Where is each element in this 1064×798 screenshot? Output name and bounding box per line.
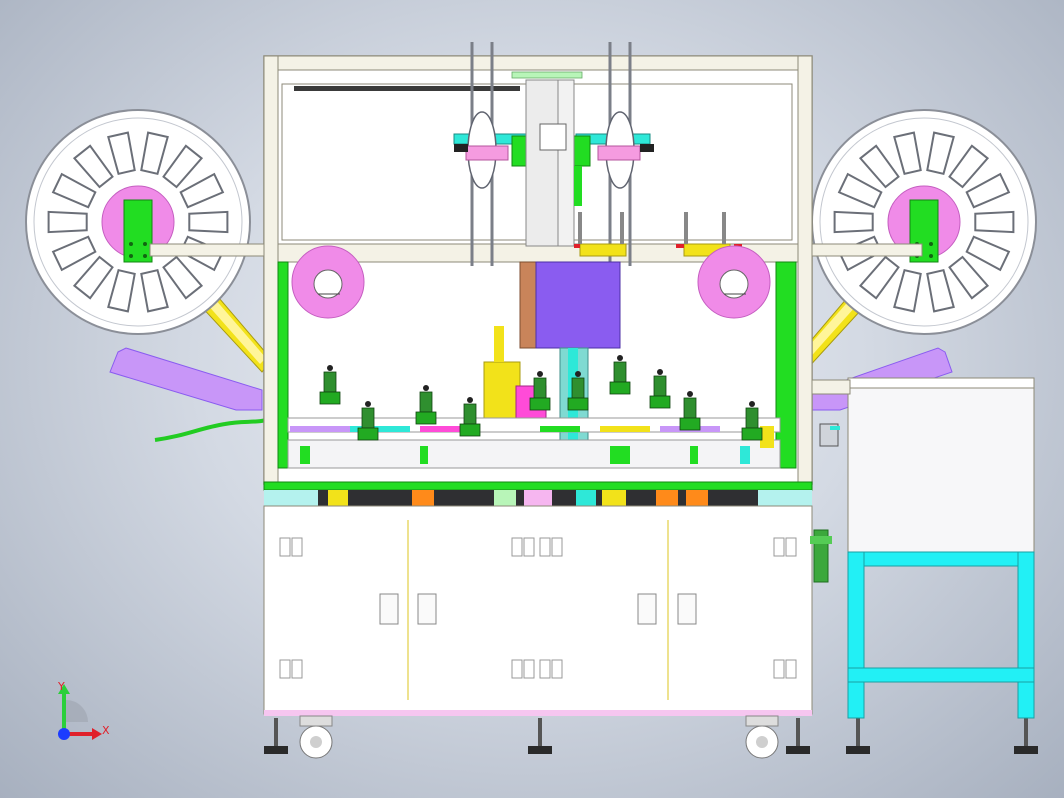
left-tape-bobbin[interactable] bbox=[291, 245, 365, 319]
cabinet-handle[interactable] bbox=[417, 593, 437, 625]
cyan-stand bbox=[847, 551, 1035, 719]
cabinet-handle[interactable] bbox=[637, 593, 657, 625]
right-green-rail bbox=[775, 261, 797, 469]
z-axis-dot bbox=[58, 728, 70, 740]
axis-triad: Y X bbox=[57, 680, 110, 740]
right-reel[interactable] bbox=[811, 109, 1037, 335]
cad-viewport[interactable]: Y X bbox=[0, 0, 1064, 798]
center-upper-rail bbox=[525, 79, 582, 247]
leveling-feet bbox=[264, 718, 1038, 754]
base-band bbox=[263, 481, 813, 506]
lower-cabinet[interactable] bbox=[263, 505, 813, 716]
cabinet-handle[interactable] bbox=[379, 593, 399, 625]
left-green-cable bbox=[154, 416, 273, 442]
cabinet-handle[interactable] bbox=[677, 593, 697, 625]
right-tape-bobbin[interactable] bbox=[697, 245, 771, 319]
x-axis-label: X bbox=[102, 724, 110, 737]
left-reel[interactable] bbox=[25, 109, 251, 335]
left-feed-chute bbox=[109, 347, 263, 411]
y-axis-label: Y bbox=[57, 680, 65, 693]
air-filter-regulator[interactable] bbox=[810, 529, 832, 583]
left-green-rail bbox=[277, 261, 289, 469]
